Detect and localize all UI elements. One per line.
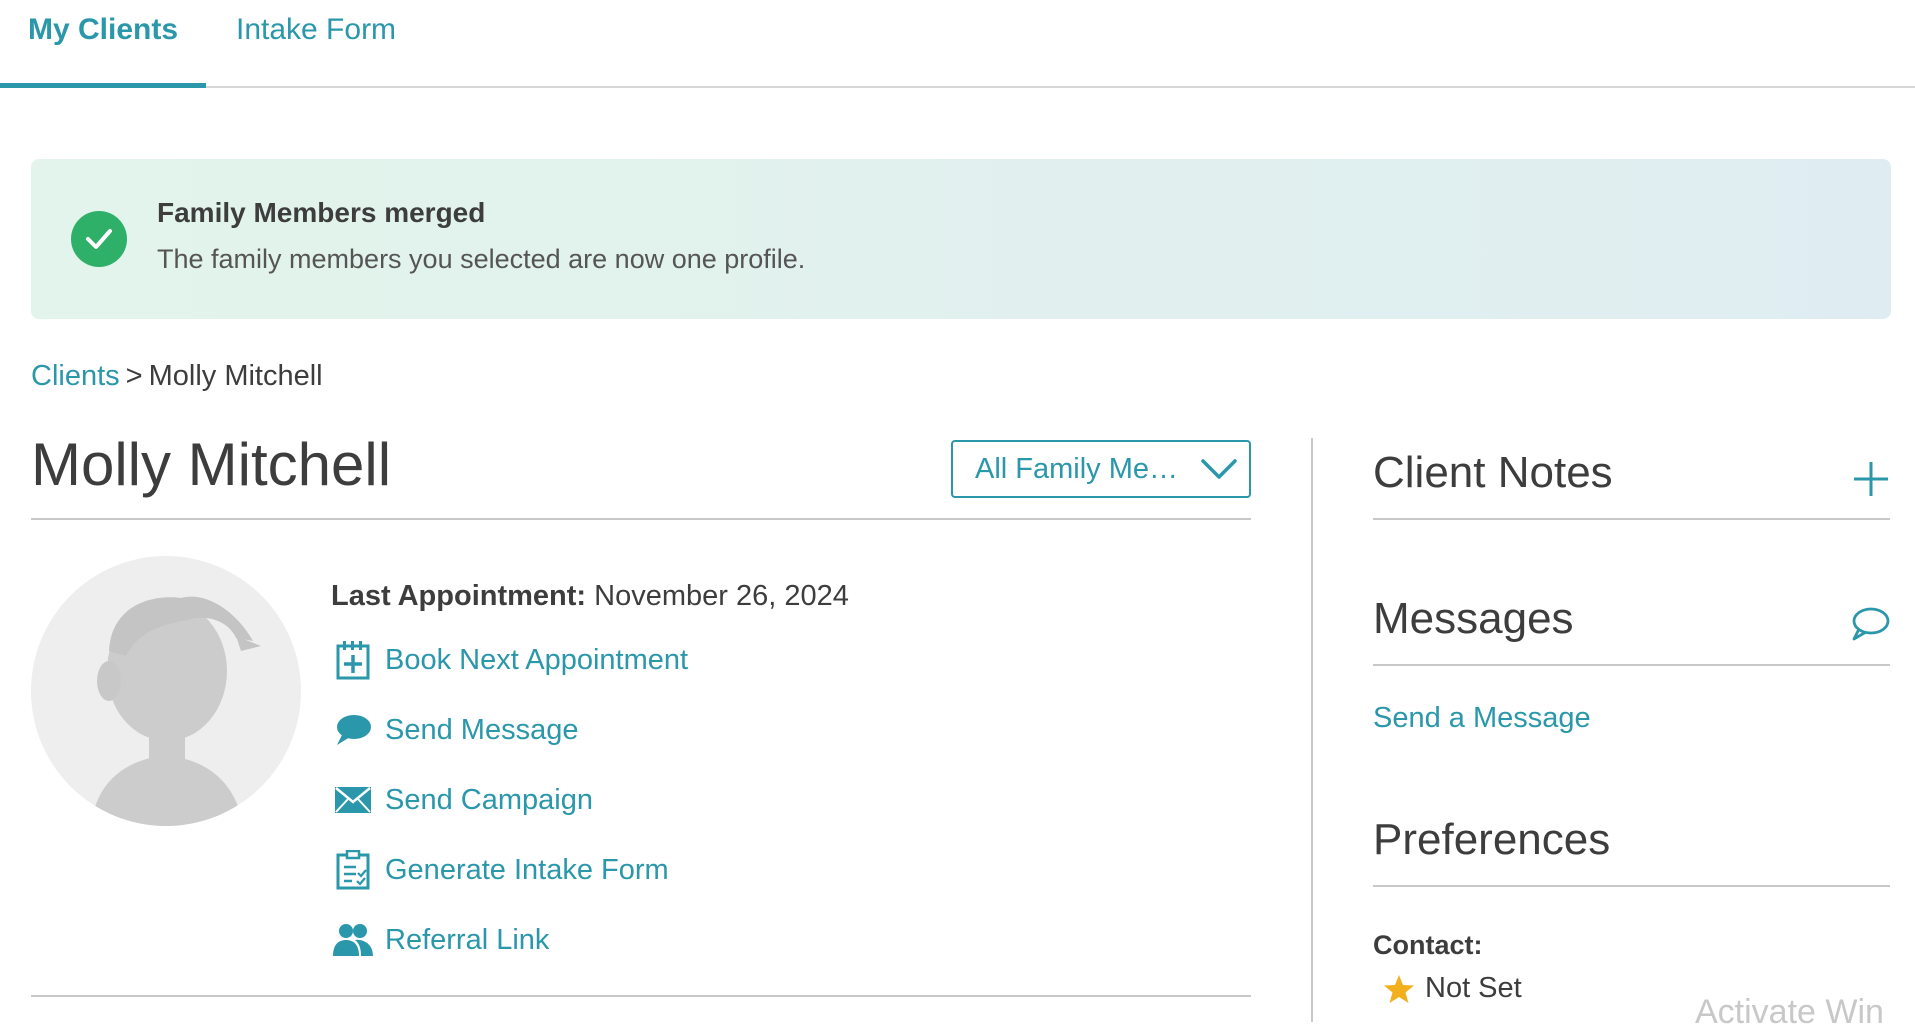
tab-intake-form[interactable]: Intake Form bbox=[236, 0, 396, 88]
referral-link-label: Referral Link bbox=[385, 923, 550, 956]
windows-activation-watermark: Activate Win bbox=[1695, 993, 1884, 1031]
contact-label: Contact: bbox=[1373, 930, 1483, 960]
person-silhouette-icon bbox=[91, 596, 261, 826]
send-a-message-link[interactable]: Send a Message bbox=[1373, 702, 1591, 735]
check-circle-icon bbox=[71, 211, 127, 267]
preferences-section: Preferences bbox=[1373, 815, 1890, 887]
breadcrumb-current: Molly Mitchell bbox=[148, 360, 323, 392]
add-note-button[interactable] bbox=[1852, 460, 1890, 503]
last-appointment: Last Appointment: November 26, 2024 bbox=[331, 580, 849, 613]
send-message-link[interactable]: Send Message bbox=[333, 708, 578, 752]
alert-title: Family Members merged bbox=[157, 197, 486, 228]
preferences-title: Preferences bbox=[1373, 815, 1611, 864]
calendar-plus-icon bbox=[333, 640, 373, 680]
plus-icon bbox=[1854, 462, 1888, 496]
speech-bubble-icon bbox=[333, 710, 373, 750]
chevron-down-icon bbox=[1201, 459, 1237, 479]
last-appointment-value: November 26, 2024 bbox=[594, 580, 849, 612]
messages-divider bbox=[1373, 664, 1890, 666]
breadcrumb-separator: > bbox=[125, 360, 143, 392]
client-notes-title: Client Notes bbox=[1373, 448, 1613, 497]
clipboard-checklist-icon bbox=[333, 850, 373, 890]
star-icon bbox=[1384, 974, 1414, 1003]
client-notes-section: Client Notes bbox=[1373, 448, 1890, 520]
client-name: Molly Mitchell bbox=[31, 431, 392, 498]
messages-title: Messages bbox=[1373, 594, 1574, 643]
generate-intake-form-label: Generate Intake Form bbox=[385, 853, 669, 886]
book-next-appointment-label: Book Next Appointment bbox=[385, 643, 689, 676]
send-campaign-link[interactable]: Send Campaign bbox=[333, 778, 593, 822]
chat-bubble-outline-icon bbox=[1852, 607, 1890, 641]
book-next-appointment-link[interactable]: Book Next Appointment bbox=[333, 638, 688, 682]
preferences-divider bbox=[1373, 885, 1890, 887]
referral-link[interactable]: Referral Link bbox=[333, 918, 549, 962]
breadcrumb-clients-link[interactable]: Clients bbox=[31, 360, 120, 392]
messages-button[interactable] bbox=[1850, 606, 1890, 647]
envelope-icon bbox=[333, 780, 373, 820]
header-divider bbox=[31, 518, 1251, 520]
tab-my-clients[interactable]: My Clients bbox=[0, 0, 206, 88]
messages-section: Messages bbox=[1373, 594, 1890, 666]
tab-bar: My Clients Intake Form bbox=[0, 0, 1915, 88]
contact-value: Not Set bbox=[1383, 972, 1522, 1005]
avatar bbox=[31, 556, 301, 826]
generate-intake-form-link[interactable]: Generate Intake Form bbox=[333, 848, 669, 892]
contact-value-text: Not Set bbox=[1425, 972, 1522, 1004]
last-appointment-label: Last Appointment: bbox=[331, 580, 587, 612]
client-notes-divider bbox=[1373, 518, 1890, 520]
send-campaign-label: Send Campaign bbox=[385, 783, 593, 816]
people-icon bbox=[333, 920, 373, 960]
alert-message: The family members you selected are now … bbox=[157, 244, 806, 274]
family-member-select[interactable]: All Family Me… bbox=[951, 440, 1251, 498]
breadcrumb: Clients > Molly Mitchell bbox=[31, 360, 323, 393]
send-message-label: Send Message bbox=[385, 713, 579, 746]
success-alert: Family Members merged The family members… bbox=[31, 159, 1891, 319]
section-divider bbox=[31, 995, 1251, 997]
column-divider bbox=[1311, 438, 1313, 1022]
family-select-value: All Family Me… bbox=[975, 453, 1179, 485]
